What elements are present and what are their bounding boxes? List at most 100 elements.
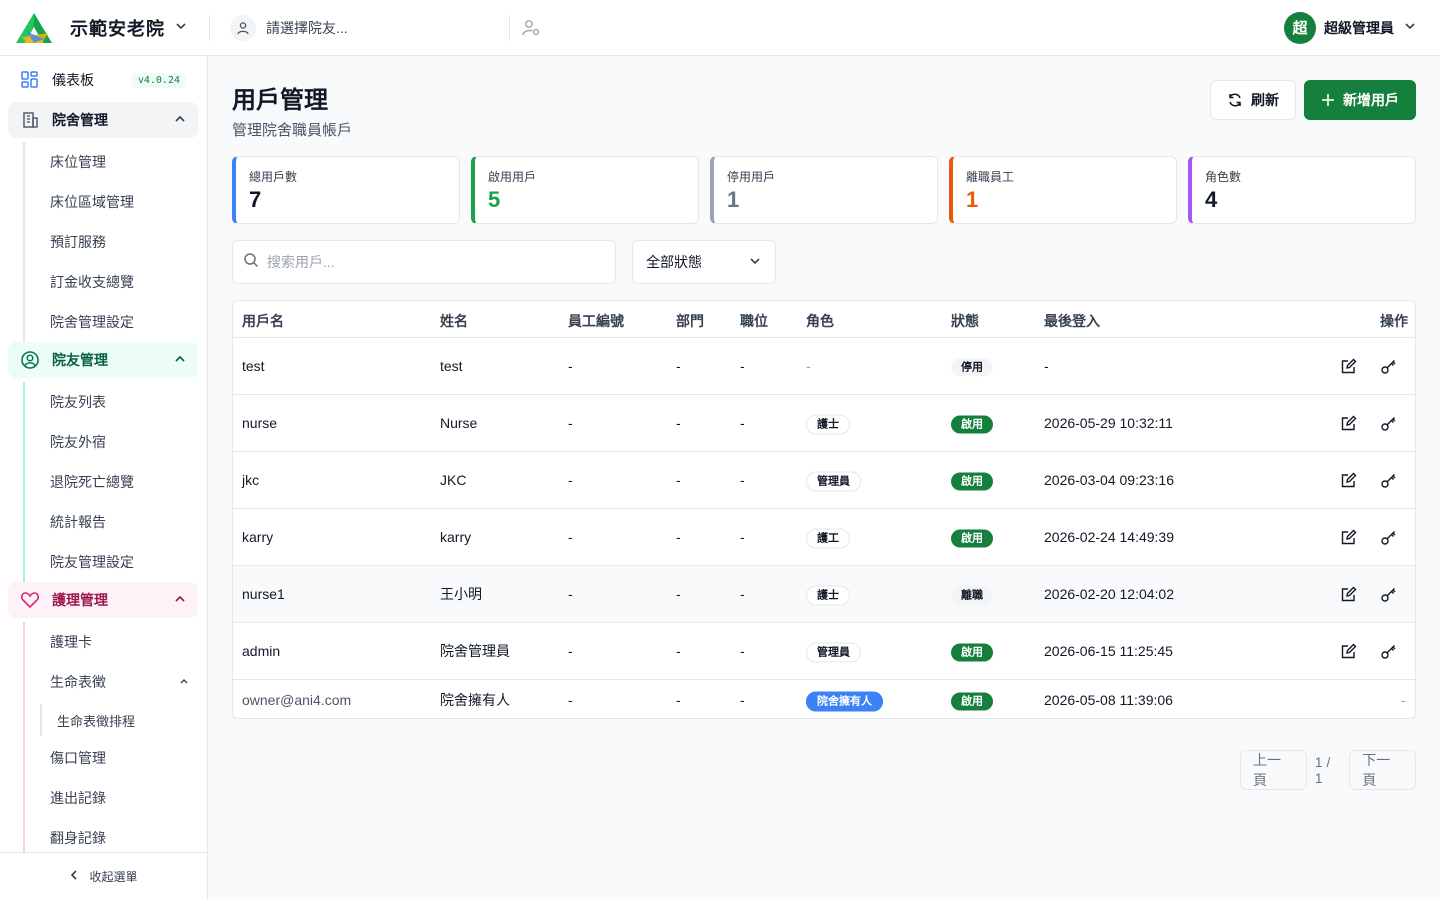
chevron-down-icon (175, 20, 187, 35)
refresh-button[interactable]: 刷新 (1210, 80, 1296, 120)
cell-name: test (440, 358, 463, 374)
table-row: karry karry - - - 護工 啟用 2026-02-24 14:49… (233, 509, 1415, 566)
key-icon[interactable] (1379, 642, 1397, 660)
sidebar-item-label: 院友管理 (52, 352, 108, 368)
sidebar-item-dashboard[interactable]: 儀表板 v4.0.24 (8, 62, 198, 98)
cell-dept: - (676, 358, 681, 374)
cell-dept: - (676, 586, 681, 602)
sidebar-subitem-care-card[interactable]: 護理卡 (50, 622, 200, 662)
sidebar-subitem-facility-settings[interactable]: 院舍管理設定 (50, 302, 200, 342)
user-menu[interactable]: 超 超級管理員 (1284, 11, 1440, 44)
org-switcher[interactable]: 示範安老院 (0, 12, 210, 43)
sidebar-item-facility[interactable]: 院舍管理 (8, 102, 198, 138)
key-icon[interactable] (1379, 528, 1397, 546)
edit-icon[interactable] (1339, 357, 1357, 375)
sidebar: 儀表板 v4.0.24 院舍管理 床位管理 床位區域管理 預訂服務 訂金收支總覽… (0, 56, 208, 900)
cell-username: test (242, 358, 265, 374)
cell-name: 王小明 (440, 586, 482, 602)
edit-icon[interactable] (1339, 585, 1357, 603)
chevron-left-icon (69, 869, 79, 884)
collapse-menu-button[interactable]: 收起選單 (0, 852, 207, 900)
cell-dept: - (676, 691, 681, 708)
sidebar-subitem-deposits[interactable]: 訂金收支總覽 (50, 262, 200, 302)
resident-picker[interactable]: 請選擇院友... (230, 14, 510, 41)
sidebar-subitem-resident-settings[interactable]: 院友管理設定 (50, 542, 200, 582)
user-settings-icon[interactable] (520, 17, 542, 39)
sidebar-item-care[interactable]: 護理管理 (8, 582, 198, 618)
cell-username: admin (242, 643, 281, 659)
resident-placeholder: 請選擇院友... (266, 19, 348, 36)
page-info: 1 / 1 (1314, 754, 1331, 786)
cell-staff-no: - (568, 472, 573, 488)
stat-value: 4 (1205, 187, 1218, 212)
search-input[interactable] (267, 254, 587, 270)
heart-icon (20, 590, 40, 610)
key-icon[interactable] (1379, 414, 1397, 432)
cell-position: - (740, 472, 745, 488)
sidebar-item-label: 護理管理 (52, 592, 108, 608)
edit-icon[interactable] (1339, 414, 1357, 432)
cell-role: - (806, 358, 811, 374)
add-user-button[interactable]: 新增用戶 (1304, 80, 1416, 120)
cell-position: - (740, 691, 745, 708)
submenu-line (23, 382, 25, 582)
user-name: 超級管理員 (1324, 19, 1394, 36)
cell-name: JKC (440, 472, 467, 488)
col-header: 狀態 (951, 313, 979, 329)
edit-icon[interactable] (1339, 642, 1357, 660)
cell-username: jkc (242, 472, 260, 488)
cell-dept: - (676, 415, 681, 431)
cell-username: owner@ani4.com (242, 691, 352, 708)
sidebar-subitem-in-out[interactable]: 進出記錄 (50, 778, 200, 818)
submenu-line (23, 622, 25, 852)
sidebar-subitem-discharge[interactable]: 退院死亡總覽 (50, 462, 200, 502)
prev-page-button[interactable]: 上一頁 (1240, 750, 1307, 790)
sidebar-subitem-beds[interactable]: 床位管理 (50, 142, 200, 182)
chevron-up-icon (174, 353, 186, 368)
key-icon[interactable] (1379, 585, 1397, 603)
users-table: 用戶名 姓名 員工編號 部門 職位 角色 狀態 最後登入 操作 test tes… (232, 300, 1416, 719)
cell-last-login: 2026-02-20 12:04:02 (1044, 586, 1174, 602)
cell-position: - (740, 358, 745, 374)
table-row: jkc JKC - - - 管理員 啟用 2026-03-04 09:23:16 (233, 452, 1415, 509)
sidebar-subitem-vitals-schedule[interactable]: 生命表徵排程 (57, 702, 135, 738)
stat-label: 離職員工 (966, 170, 1015, 184)
stat-card-disabled: 停用用戶 1 (710, 156, 938, 224)
search-icon (243, 252, 259, 273)
sidebar-subitem-stats[interactable]: 統計報告 (50, 502, 200, 542)
search-box (232, 240, 616, 284)
sidebar-subitem-reservations[interactable]: 預訂服務 (50, 222, 200, 262)
submenu-line (40, 704, 42, 736)
sidebar-subitem-resident-leave[interactable]: 院友外宿 (50, 422, 200, 462)
stat-card-resigned: 離職員工 1 (949, 156, 1177, 224)
stat-value: 1 (727, 187, 740, 212)
sidebar-subitem-resident-list[interactable]: 院友列表 (50, 382, 200, 422)
sidebar-subitem-wounds[interactable]: 傷口管理 (50, 738, 200, 778)
role-badge: 護士 (806, 585, 850, 606)
role-badge: 護工 (806, 528, 850, 549)
cell-staff-no: - (568, 586, 573, 602)
status-badge: 啟用 (951, 692, 993, 710)
status-filter-select[interactable]: 全部狀態 (632, 240, 776, 284)
edit-icon[interactable] (1339, 528, 1357, 546)
col-header: 用戶名 (242, 313, 284, 329)
key-icon[interactable] (1379, 357, 1397, 375)
key-icon[interactable] (1379, 471, 1397, 489)
org-name: 示範安老院 (70, 18, 165, 39)
cell-staff-no: - (568, 643, 573, 659)
col-header: 職位 (740, 313, 768, 329)
cell-dept: - (676, 529, 681, 545)
stat-card-active: 啟用用戶 5 (471, 156, 699, 224)
sidebar-subitem-vitals[interactable]: 生命表徵 (50, 662, 200, 702)
cell-action: - (1401, 691, 1406, 708)
status-badge: 啟用 (951, 472, 993, 491)
version-badge: v4.0.24 (131, 72, 186, 88)
sidebar-subitem-bed-zones[interactable]: 床位區域管理 (50, 182, 200, 222)
next-page-button[interactable]: 下一頁 (1349, 750, 1416, 790)
cell-staff-no: - (568, 691, 573, 708)
edit-icon[interactable] (1339, 471, 1357, 489)
cell-last-login: 2026-03-04 09:23:16 (1044, 472, 1174, 488)
sidebar-item-residents[interactable]: 院友管理 (8, 342, 198, 378)
status-badge: 離職 (951, 586, 993, 605)
role-badge: 管理員 (806, 471, 861, 492)
